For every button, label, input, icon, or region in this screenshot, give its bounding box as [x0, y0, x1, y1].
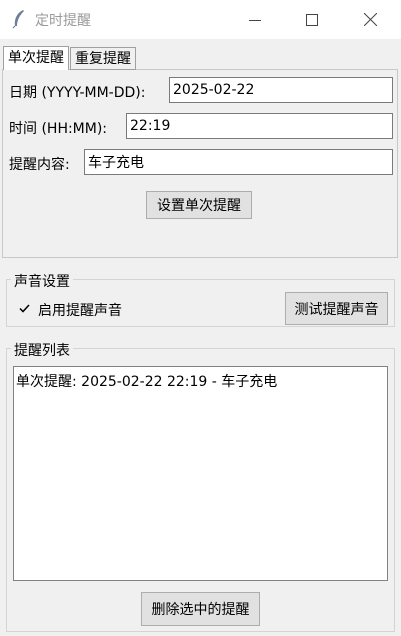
reminder-listbox[interactable]: 单次提醒: 2025-02-22 22:19 - 车子充电 — [13, 366, 388, 581]
enable-sound-label[interactable]: 启用提醒声音 — [38, 300, 122, 320]
reminder-list-title: 提醒列表 — [11, 340, 73, 360]
set-single-reminder-button[interactable]: 设置单次提醒 — [146, 191, 252, 219]
minimize-icon — [249, 19, 261, 21]
tab-repeat-reminder[interactable]: 重复提醒 — [70, 47, 136, 70]
minimize-button[interactable] — [232, 0, 278, 39]
time-label: 时间 (HH:MM): — [9, 121, 108, 137]
maximize-button[interactable] — [289, 0, 335, 39]
content-label: 提醒内容: — [9, 157, 70, 173]
test-sound-button[interactable]: 测试提醒声音 — [285, 292, 388, 325]
feather-icon — [10, 9, 28, 29]
enable-sound-checkbox[interactable] — [18, 302, 31, 315]
tab-single-reminder[interactable]: 单次提醒 — [3, 46, 69, 70]
close-button[interactable] — [347, 0, 393, 39]
time-field[interactable] — [126, 113, 393, 139]
date-field[interactable] — [169, 77, 393, 103]
maximize-icon — [306, 13, 318, 26]
window-title: 定时提醒 — [35, 13, 91, 29]
date-label: 日期 (YYYY-MM-DD): — [9, 85, 146, 101]
list-item[interactable]: 单次提醒: 2025-02-22 22:19 - 车子充电 — [16, 371, 277, 391]
sound-settings-title: 声音设置 — [11, 271, 73, 291]
content-field[interactable] — [84, 149, 393, 175]
delete-selected-button[interactable]: 删除选中的提醒 — [141, 592, 260, 626]
close-icon — [363, 13, 377, 26]
